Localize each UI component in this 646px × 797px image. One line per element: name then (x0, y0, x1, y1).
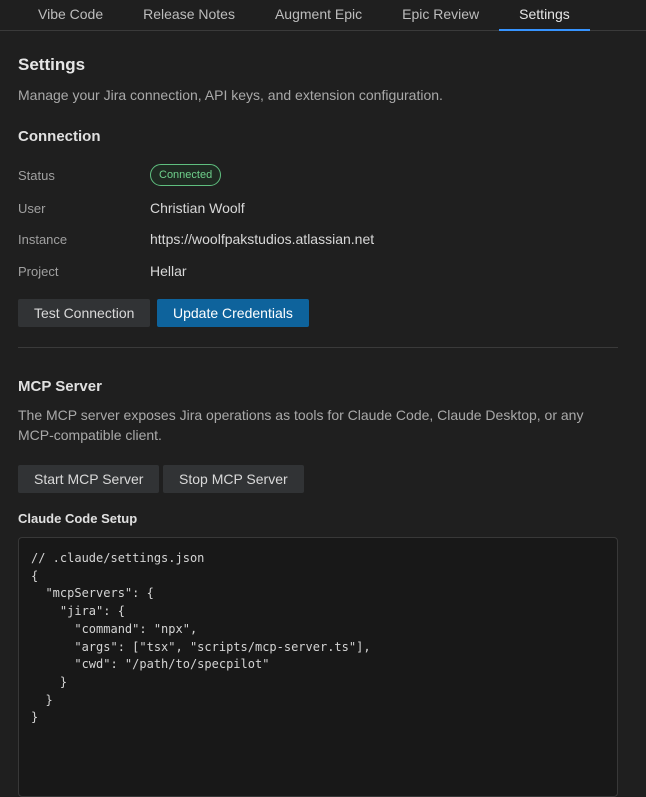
code-line: } (31, 692, 53, 707)
mcp-description: The MCP server exposes Jira operations a… (18, 407, 584, 443)
tab-bar: Vibe Code Release Notes Augment Epic Epi… (0, 0, 646, 31)
stop-mcp-server-button[interactable]: Stop MCP Server (163, 465, 304, 493)
instance-label: Instance (18, 232, 68, 247)
code-line: "cwd": "/path/to/specpilot" (31, 657, 270, 672)
page-subtitle: Manage your Jira connection, API keys, a… (18, 87, 443, 103)
tab-settings[interactable]: Settings (499, 0, 590, 31)
project-label: Project (18, 264, 59, 279)
tab-vibe-code[interactable]: Vibe Code (18, 0, 123, 31)
tab-release-notes[interactable]: Release Notes (123, 0, 255, 31)
update-credentials-button[interactable]: Update Credentials (157, 299, 309, 327)
code-snippet[interactable]: // .claude/settings.json { "mcpServers": … (18, 537, 618, 797)
mcp-server-heading: MCP Server (18, 378, 102, 395)
user-value: Christian Woolf (150, 200, 245, 216)
status-label: Status (18, 168, 55, 183)
code-line: { (31, 568, 39, 583)
project-value: Hellar (150, 263, 187, 279)
tab-augment-epic[interactable]: Augment Epic (255, 0, 382, 31)
claude-code-setup-heading: Claude Code Setup (18, 511, 138, 526)
user-label: User (18, 201, 46, 216)
tab-epic-review[interactable]: Epic Review (382, 0, 499, 31)
test-connection-button[interactable]: Test Connection (18, 299, 151, 327)
page-title: Settings (18, 55, 86, 74)
instance-value: https://woolfpakstudios.atlassian.net (150, 231, 375, 247)
section-divider (18, 347, 618, 348)
code-line: "jira": { (31, 604, 125, 619)
status-badge: Connected (150, 164, 222, 186)
code-line: } (31, 674, 68, 689)
start-mcp-server-button[interactable]: Start MCP Server (18, 465, 160, 493)
connection-heading: Connection (18, 128, 101, 145)
code-line: // .claude/settings.json (31, 551, 205, 565)
code-line: "command": "npx", (31, 621, 198, 636)
code-line: "mcpServers": { (31, 586, 154, 601)
code-line: } (31, 710, 39, 725)
code-line: "args": ["tsx", "scripts/mcp-server.ts"]… (31, 639, 371, 654)
